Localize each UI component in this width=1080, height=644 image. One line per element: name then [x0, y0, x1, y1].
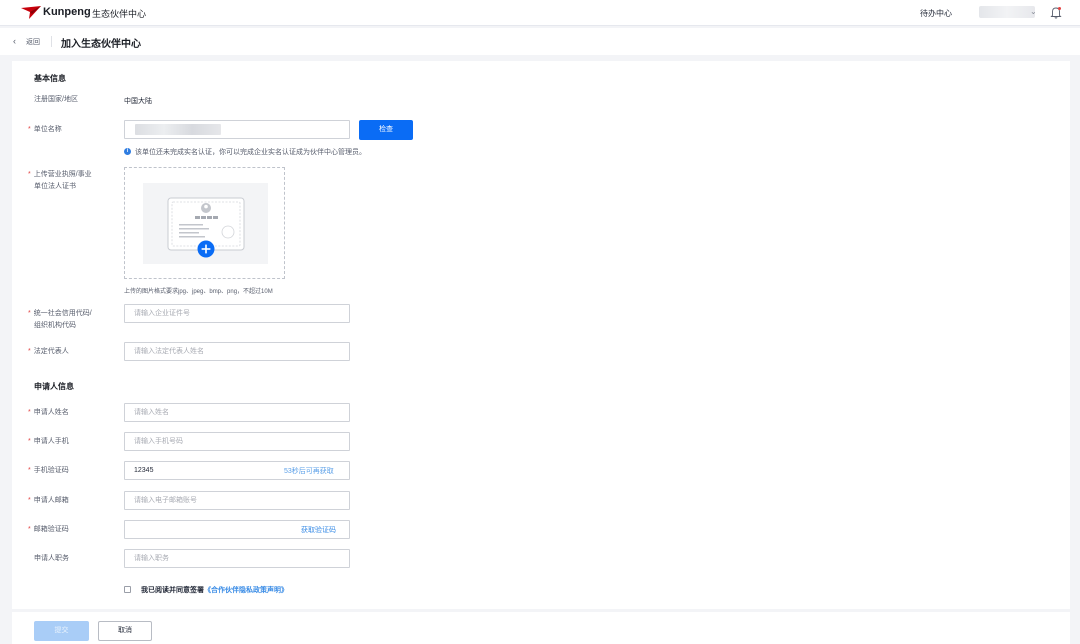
legal-rep-input[interactable]	[124, 342, 350, 361]
sms-resend-countdown: 53秒后可再获取	[284, 468, 334, 475]
required-mark: *	[28, 467, 31, 474]
applicant-email-input[interactable]	[124, 491, 350, 510]
verification-notice: 该单位还未完成实名认证，你可以完成企业实名认证成为伙伴中心管理员。	[135, 149, 366, 156]
top-nav-bar: Kunpeng 生态伙伴中心 待办中心 ⌄	[0, 0, 1080, 26]
chevron-left-icon[interactable]: ‹	[13, 36, 16, 46]
sms-code-label-text: 手机验证码	[33, 467, 69, 474]
agreement-text: 我已阅读并同意签署《合作伙伴隐私政策声明》	[141, 585, 288, 595]
applicant-phone-label: * 申请人手机	[28, 435, 69, 448]
license-label-line2: 单位法人证书	[34, 183, 76, 190]
unit-name-label-text: 单位名称	[33, 126, 62, 133]
bell-icon[interactable]	[1050, 6, 1062, 19]
applicant-phone-label-text: 申请人手机	[33, 438, 69, 445]
unit-name-redacted	[135, 124, 221, 135]
privacy-policy-link[interactable]: 《合作伙伴隐私政策声明》	[204, 587, 288, 594]
license-upload-area[interactable]	[124, 167, 285, 279]
region-label: 注册国家/地区	[34, 96, 78, 103]
required-mark: *	[28, 348, 31, 355]
applicant-name-label-text: 申请人姓名	[33, 409, 69, 416]
page-title: 加入生态伙伴中心	[61, 39, 141, 50]
section-title-applicant: 申请人信息	[34, 382, 74, 391]
kunpeng-logo-icon[interactable]	[20, 5, 42, 20]
form-footer: 提交 取消	[12, 612, 1070, 644]
applicant-title-label: 申请人职务	[34, 555, 69, 562]
sms-code-label: * 手机验证码	[28, 464, 69, 477]
credit-code-input[interactable]	[124, 304, 350, 323]
applicant-email-label-text: 申请人邮箱	[33, 497, 69, 504]
unit-name-label: * 单位名称	[28, 123, 62, 136]
required-mark: *	[28, 438, 31, 445]
get-email-code-link[interactable]: 获取验证码	[301, 525, 336, 535]
section-title-basic: 基本信息	[34, 74, 66, 83]
required-mark: *	[28, 409, 31, 416]
upload-placeholder	[143, 183, 268, 264]
email-code-label-text: 邮箱验证码	[33, 526, 69, 533]
legal-rep-label-text: 法定代表人	[33, 348, 69, 355]
required-mark: *	[28, 310, 31, 317]
app-title[interactable]: 生态伙伴中心	[92, 7, 146, 20]
breadcrumb: ‹ 返回 加入生态伙伴中心	[0, 28, 1080, 55]
applicant-email-label: * 申请人邮箱	[28, 494, 69, 507]
cancel-button[interactable]: 取消	[98, 621, 152, 641]
check-button[interactable]: 检查	[359, 120, 413, 140]
legal-rep-label: * 法定代表人	[28, 345, 69, 358]
credit-code-label-line2: 组织机构代码	[34, 322, 76, 329]
info-icon: i	[124, 148, 131, 155]
agreement-label: 我已阅读并同意签署	[141, 587, 204, 594]
applicant-name-input[interactable]	[124, 403, 350, 422]
user-account-menu[interactable]	[979, 6, 1035, 18]
applicant-title-input[interactable]	[124, 549, 350, 568]
todo-center-link[interactable]: 待办中心	[920, 8, 952, 19]
applicant-phone-input[interactable]	[124, 432, 350, 451]
certificate-upload-icon	[167, 197, 245, 258]
required-mark: *	[28, 171, 31, 178]
back-link[interactable]: 返回	[26, 37, 40, 47]
required-mark: *	[28, 126, 31, 133]
region-value: 中国大陆	[124, 98, 152, 105]
submit-button[interactable]: 提交	[34, 621, 89, 641]
divider	[51, 36, 52, 47]
required-mark: *	[28, 497, 31, 504]
credit-code-label-line1: 统一社会信用代码/	[33, 310, 92, 317]
agreement-checkbox[interactable]	[124, 586, 131, 593]
required-mark: *	[28, 526, 31, 533]
applicant-name-label: * 申请人姓名	[28, 406, 69, 419]
upload-format-hint: 上传的图片格式要求jpg、jpeg、bmp、png，不超过10M	[124, 289, 273, 295]
license-label-line1: 上传营业执照/事业	[33, 171, 92, 178]
brand-name[interactable]: Kunpeng	[43, 6, 91, 18]
email-code-label: * 邮箱验证码	[28, 523, 69, 536]
chevron-down-icon[interactable]: ⌄	[1030, 7, 1037, 16]
